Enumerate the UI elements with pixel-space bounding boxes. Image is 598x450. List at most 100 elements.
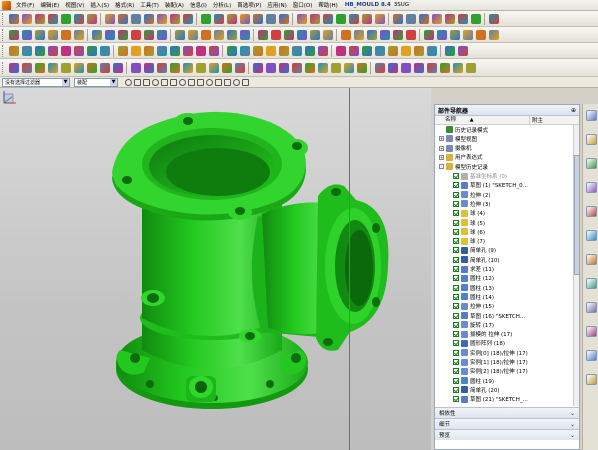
toolbar-button-icon[interactable]: [439, 62, 450, 73]
toolbar-button-icon[interactable]: [60, 13, 71, 24]
toolbar-button-icon[interactable]: [457, 13, 468, 24]
toolbar-button-icon[interactable]: [156, 13, 167, 24]
resource-tab-icon[interactable]: [586, 374, 597, 385]
toolbar-button-icon[interactable]: [317, 45, 328, 56]
toolbar-button-icon[interactable]: [379, 29, 390, 40]
toolbar-button-icon[interactable]: [278, 62, 289, 73]
menu-extra[interactable]: 3SUG: [391, 2, 412, 8]
column-name[interactable]: 名称 ▲: [435, 115, 530, 125]
tree-node[interactable]: 拔模的 拉伸 (17): [453, 330, 512, 339]
toolbar-button-icon[interactable]: [444, 45, 455, 56]
toolbar-button-icon[interactable]: [361, 13, 372, 24]
tree-node[interactable]: + 模型视图: [439, 134, 477, 143]
toolbar-button-icon[interactable]: [462, 29, 473, 40]
tree-node[interactable]: 草图 (16) "SKETCH...: [453, 311, 525, 320]
snap-point-icon[interactable]: [170, 78, 177, 86]
visibility-checkbox[interactable]: [453, 228, 459, 235]
toolbar-button-icon[interactable]: [356, 62, 367, 73]
toolbar-button-icon[interactable]: [265, 62, 276, 73]
toolbar-button-icon[interactable]: [452, 62, 463, 73]
toolbar-button-icon[interactable]: [21, 29, 32, 40]
visibility-checkbox[interactable]: [453, 173, 459, 179]
tree-node[interactable]: 草图 (21) "SKETCH_...: [453, 395, 528, 404]
visibility-checkbox[interactable]: [453, 256, 459, 263]
toolbar-button-icon[interactable]: [270, 29, 281, 40]
toolbar-button-icon[interactable]: [60, 62, 71, 73]
menu-assembly[interactable]: 装配(A): [162, 1, 187, 9]
snap-point-icon[interactable]: [143, 78, 150, 86]
tree-node[interactable]: 实例[2] (18)/拉伸 (17): [453, 367, 528, 376]
resource-tab-icon[interactable]: [586, 206, 597, 217]
toolbar-button-icon[interactable]: [73, 13, 84, 24]
toolbar-button-icon[interactable]: [86, 13, 97, 24]
toolbar-button-icon[interactable]: [200, 13, 211, 24]
menu-insert[interactable]: 插入(S): [87, 1, 112, 9]
toolbar-button-icon[interactable]: [413, 62, 424, 73]
toolbar-button-icon[interactable]: [257, 29, 268, 40]
visibility-checkbox[interactable]: [453, 377, 459, 384]
type-filter-dropdown[interactable]: 没有选择过滤器 ▼: [2, 77, 70, 87]
toolbar-button-icon[interactable]: [309, 29, 320, 40]
visibility-checkbox[interactable]: [453, 266, 459, 272]
toolbar-button-icon[interactable]: [117, 29, 128, 40]
toolbar-button-icon[interactable]: [387, 45, 398, 56]
toolbar-button-icon[interactable]: [317, 62, 328, 73]
toolbar-button-icon[interactable]: [34, 13, 45, 24]
toolbar-button-icon[interactable]: [104, 13, 115, 24]
tree-node[interactable]: 球 (7): [453, 237, 485, 246]
toolbar-button-icon[interactable]: [8, 29, 19, 40]
toolbar-button-icon[interactable]: [86, 45, 97, 56]
toolbar-button-icon[interactable]: [195, 45, 206, 56]
toolbar-button-icon[interactable]: [21, 62, 32, 73]
expand-icon[interactable]: +: [439, 145, 444, 151]
toolbar-button-icon[interactable]: [309, 13, 320, 24]
toolbar-button-icon[interactable]: [392, 13, 403, 24]
selection-scope-dropdown[interactable]: 装配 ▼: [74, 77, 118, 87]
resource-tab-icon[interactable]: [586, 302, 597, 313]
toolbar-button-icon[interactable]: [366, 29, 377, 40]
toolbar-button-icon[interactable]: [283, 29, 294, 40]
toolbar-button-icon[interactable]: [73, 45, 84, 56]
toolbar-button-icon[interactable]: [130, 13, 141, 24]
toolbar-button-icon[interactable]: [169, 62, 180, 73]
tree-node[interactable]: 求差 (11): [453, 265, 494, 274]
toolbar-button-icon[interactable]: [156, 62, 167, 73]
tree-node[interactable]: - 模型历史记录: [439, 162, 488, 171]
plugin-menu-title[interactable]: HB_MOULD 8.4: [345, 2, 391, 8]
visibility-checkbox[interactable]: [453, 275, 459, 282]
toolbar-button-icon[interactable]: [291, 45, 302, 56]
collapse-icon[interactable]: -: [439, 164, 444, 170]
menu-preferences[interactable]: 首选项(P): [234, 1, 264, 9]
toolbar-button-icon[interactable]: [130, 62, 141, 73]
toolbar-button-icon[interactable]: [73, 62, 84, 73]
toolbar-button-icon[interactable]: [436, 29, 447, 40]
section-details[interactable]: 细节 ⌄: [435, 418, 579, 429]
tree-node[interactable]: 简单孔 (9): [453, 246, 496, 255]
tree-node[interactable]: 简单孔 (10): [453, 255, 500, 264]
tree-node[interactable]: 球 (4): [453, 209, 485, 218]
toolbar-button-icon[interactable]: [296, 29, 307, 40]
toolbar-button-icon[interactable]: [143, 29, 154, 40]
graphics-viewport[interactable]: [0, 88, 431, 450]
visibility-checkbox[interactable]: [453, 284, 459, 291]
toolbar-button-icon[interactable]: [73, 29, 84, 40]
snap-point-icon[interactable]: [233, 78, 240, 86]
toolbar-button-icon[interactable]: [21, 13, 32, 24]
toolbar-button-icon[interactable]: [252, 45, 263, 56]
snap-point-icon[interactable]: [224, 78, 231, 86]
toolbar-button-icon[interactable]: [340, 29, 351, 40]
tree-node[interactable]: 草图 (1) "SKETCH_0...: [453, 181, 528, 190]
tree-node[interactable]: 拉伸 (3): [453, 199, 491, 208]
toolbar-button-icon[interactable]: [374, 62, 385, 73]
toolbar-button-icon[interactable]: [405, 29, 416, 40]
toolbar-button-icon[interactable]: [200, 29, 211, 40]
menu-edit[interactable]: 编辑(E): [37, 1, 62, 9]
snap-point-icon[interactable]: [206, 78, 213, 86]
toolbar-button-icon[interactable]: [182, 62, 193, 73]
toolbar-button-icon[interactable]: [213, 29, 224, 40]
pin-icon[interactable]: ⊕: [571, 107, 576, 114]
tree-node[interactable]: 圆柱 (19): [453, 376, 494, 385]
toolbar-button-icon[interactable]: [112, 62, 123, 73]
toolbar-button-icon[interactable]: [143, 62, 154, 73]
toolbar-button-icon[interactable]: [34, 29, 45, 40]
